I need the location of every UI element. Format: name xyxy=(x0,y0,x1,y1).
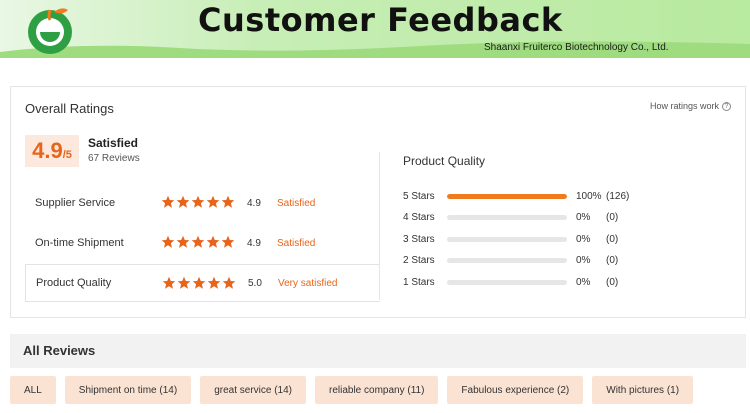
star-icon xyxy=(162,276,176,289)
divider xyxy=(379,152,380,300)
review-filter-chip[interactable]: ALL xyxy=(10,376,56,404)
header-banner: Customer Feedback Shaanxi Fruiterco Biot… xyxy=(0,0,750,58)
review-filter-chip[interactable]: great service (14) xyxy=(200,376,306,404)
question-circle-icon: ? xyxy=(722,101,731,111)
rating-bar-percent: 0% xyxy=(576,255,591,266)
rating-bar-track xyxy=(447,236,567,242)
star-icon xyxy=(206,235,220,248)
rating-bar-label: 3 Stars xyxy=(403,233,435,245)
rating-bar-fill xyxy=(447,193,567,199)
rating-bar-row: 2 Stars 0% (0) xyxy=(403,254,636,268)
rating-row-on-time-shipment: On-time Shipment 4.9 Satisfied xyxy=(25,224,380,262)
rating-row-value: 5.0 xyxy=(248,277,262,289)
company-name: Shaanxi Fruiterco Biotechnology Co., Ltd… xyxy=(484,42,669,53)
rating-bar-track xyxy=(447,193,567,199)
reviews-count: 67 Reviews xyxy=(88,153,140,164)
rating-row-supplier-service: Supplier Service 4.9 Satisfied xyxy=(25,184,380,222)
rating-bar-count: (0) xyxy=(606,276,619,288)
star-icon xyxy=(176,235,190,248)
star-rating xyxy=(162,276,236,290)
star-icon xyxy=(206,195,220,208)
all-reviews-title: All Reviews xyxy=(23,343,96,358)
review-filter-chips: ALL Shipment on time (14) great service (1… xyxy=(10,376,694,404)
star-icon xyxy=(161,235,175,248)
rating-bar-count: (0) xyxy=(606,212,619,223)
overall-score: 4.9 xyxy=(32,138,63,163)
star-rating xyxy=(161,195,235,209)
page-title: Customer Feedback xyxy=(198,1,563,39)
ratings-card: Overall Ratings How ratings work ? 4.9 /… xyxy=(10,86,746,318)
rating-bar-percent: 0% xyxy=(576,233,591,245)
fruit-logo-icon xyxy=(28,8,72,54)
rating-row-status: Satisfied xyxy=(277,197,316,209)
review-filter-chip[interactable]: Shipment on time (14) xyxy=(64,376,192,404)
star-icon xyxy=(191,235,205,248)
review-filter-chip[interactable]: reliable company (11) xyxy=(315,376,439,404)
star-rating xyxy=(161,235,235,249)
star-icon xyxy=(191,195,205,208)
how-ratings-work-label: How ratings work xyxy=(649,101,719,111)
product-quality-title: Product Quality xyxy=(403,154,486,168)
rating-row-label: Supplier Service xyxy=(35,197,116,209)
rating-bar-count: (0) xyxy=(606,233,619,245)
rating-bar-row: 5 Stars 100% (126) xyxy=(403,189,636,203)
rating-bar-row: 4 Stars 0% (0) xyxy=(403,211,636,225)
star-icon xyxy=(177,276,191,289)
rating-row-product-quality[interactable]: Product Quality 5.0 Very satisfied xyxy=(25,264,380,302)
rating-bar-track xyxy=(447,258,567,263)
rating-bar-row: 1 Stars 0% (0) xyxy=(403,275,636,289)
overall-score-badge: 4.9 /5 xyxy=(25,135,79,167)
all-reviews-header: All Reviews xyxy=(10,334,746,368)
rating-bar-percent: 100% xyxy=(576,190,602,202)
rating-bar-track xyxy=(447,279,567,285)
rating-bar-label: 2 Stars xyxy=(403,255,435,266)
rating-bar-label: 5 Stars xyxy=(403,190,435,202)
star-icon xyxy=(221,235,235,248)
rating-bar-percent: 0% xyxy=(576,276,591,288)
how-ratings-work-link[interactable]: How ratings work ? xyxy=(650,101,731,111)
review-filter-chip[interactable]: With pictures (1) xyxy=(592,376,694,404)
rating-bar-count: (0) xyxy=(606,255,619,266)
rating-row-status: Very satisfied xyxy=(278,277,338,289)
rating-row-label: On-time Shipment xyxy=(35,237,124,249)
overall-status: Satisfied xyxy=(88,136,139,150)
star-icon xyxy=(176,195,190,208)
rating-row-value: 4.9 xyxy=(247,197,261,209)
rating-bar-label: 1 Stars xyxy=(403,276,435,288)
review-filter-chip[interactable]: Fabulous experience (2) xyxy=(447,376,584,404)
rating-bar-percent: 0% xyxy=(576,212,591,223)
rating-bar-label: 4 Stars xyxy=(403,212,435,223)
rating-row-value: 4.9 xyxy=(247,237,261,249)
star-icon xyxy=(192,276,206,289)
star-icon xyxy=(221,195,235,208)
rating-bar-count: (126) xyxy=(606,190,630,202)
overall-score-suffix: /5 xyxy=(62,149,72,161)
rating-bar-track xyxy=(447,215,567,220)
rating-row-status: Satisfied xyxy=(277,237,316,249)
overall-ratings-title: Overall Ratings xyxy=(25,101,114,116)
star-icon xyxy=(222,276,236,289)
rating-bar-row: 3 Stars 0% (0) xyxy=(403,232,636,246)
star-icon xyxy=(161,195,175,208)
star-icon xyxy=(207,276,221,289)
rating-row-label: Product Quality xyxy=(36,277,112,289)
